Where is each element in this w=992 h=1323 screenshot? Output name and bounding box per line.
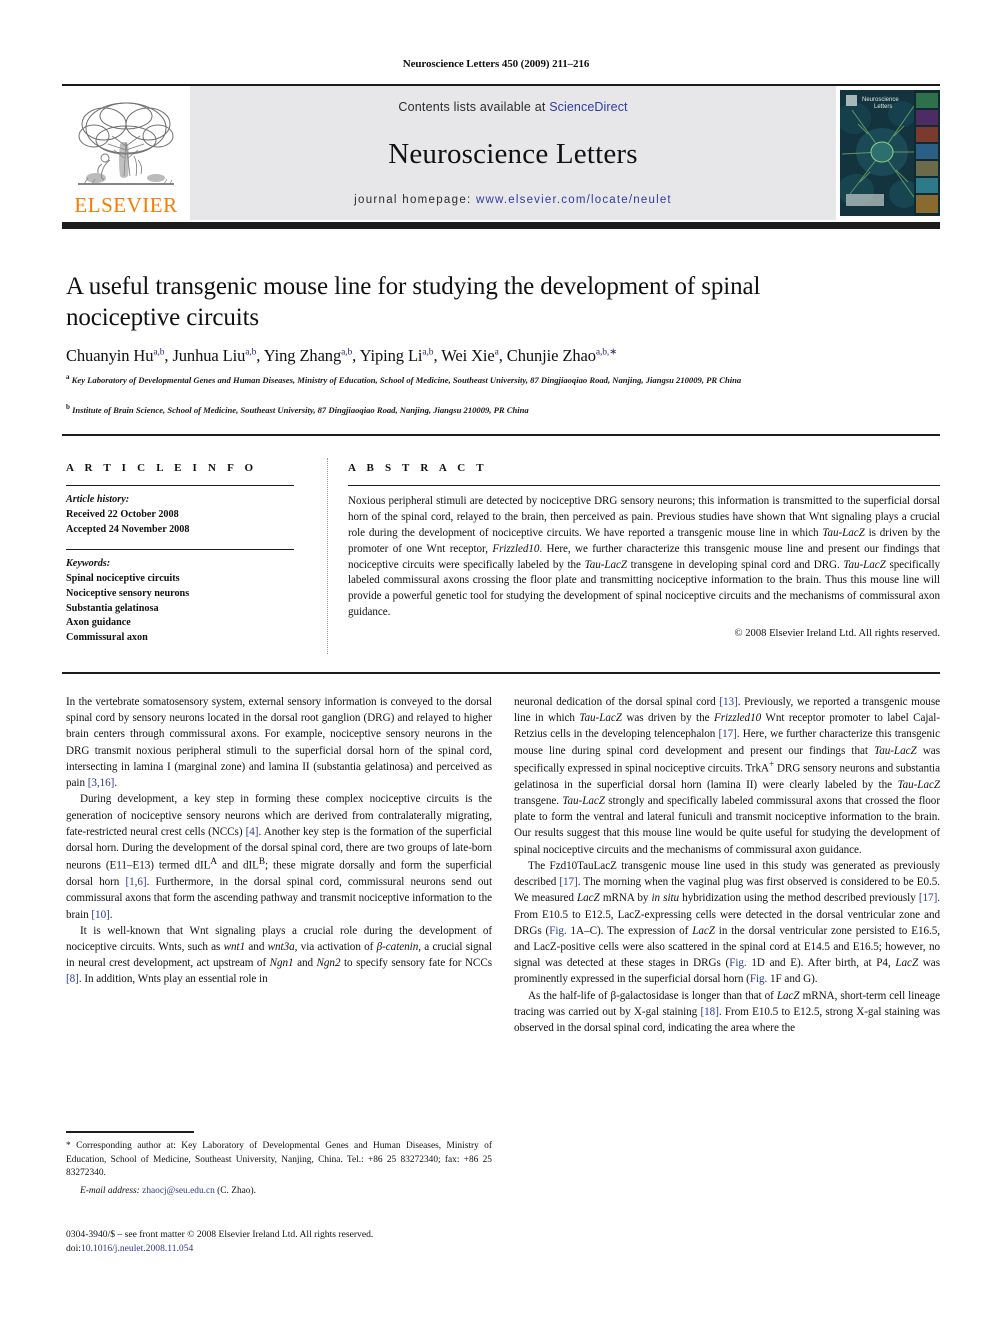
email-suffix: (C. Zhao).	[217, 1186, 256, 1196]
masthead-bottom-rule	[62, 222, 940, 229]
email-label: E-mail address:	[80, 1186, 140, 1196]
keyword-item: Commissural axon	[66, 632, 148, 644]
affiliation-b: b Institute of Brain Science, School of …	[66, 403, 529, 415]
article-info-heading: A R T I C L E I N F O	[66, 462, 258, 474]
elsevier-wordmark: ELSEVIER	[74, 193, 178, 217]
body-paragraph: During development, a key step in formin…	[66, 793, 492, 921]
body-paragraph: neuronal dedication of the dorsal spinal…	[514, 696, 941, 856]
info-abstract-separator	[327, 458, 328, 654]
article-info-column: A R T I C L E I N F O Article history: R…	[66, 462, 298, 646]
affiliation-b-text: Institute of Brain Science, School of Me…	[72, 404, 529, 415]
journal-masthead: ELSEVIER Contents lists available at Sci…	[62, 84, 940, 222]
journal-band: Contents lists available at ScienceDirec…	[190, 86, 836, 220]
journal-homepage-line: journal homepage: www.elsevier.com/locat…	[354, 194, 672, 206]
article-received-date: Received 22 October 2008	[66, 508, 179, 520]
keyword-item: Substantia gelatinosa	[66, 602, 159, 614]
body-column-left: In the vertebrate somatosensory system, …	[66, 694, 492, 988]
body-paragraph: The Fzd10TauLacZ transgenic mouse line u…	[514, 859, 940, 986]
body-paragraph: It is well-known that Wnt signaling play…	[66, 924, 493, 986]
sciencedirect-link[interactable]: ScienceDirect	[549, 100, 627, 114]
page-title: A useful transgenic mouse line for study…	[66, 273, 761, 331]
contents-prefix-text: Contents lists available at	[398, 100, 550, 114]
doi-line: doi:10.1016/j.neulet.2008.11.054	[66, 1242, 566, 1256]
abstract-copyright: © 2008 Elsevier Ireland Ltd. All rights …	[734, 628, 940, 640]
elsevier-tree-icon	[78, 102, 174, 185]
keyword-item: Nociceptive sensory neurons	[66, 587, 190, 599]
article-accepted-date: Accepted 24 November 2008	[66, 523, 190, 535]
contents-lists-line: Contents lists available at ScienceDirec…	[398, 100, 627, 114]
svg-text:Letters: Letters	[874, 104, 892, 110]
abstract-rule	[348, 485, 940, 487]
doi-label: doi:	[66, 1243, 81, 1255]
body-column-right: neuronal dedication of the dorsal spinal…	[514, 694, 940, 1036]
issn-block: 0304-3940/$ – see front matter © 2008 El…	[66, 1228, 566, 1257]
body-paragraph: In the vertebrate somatosensory system, …	[66, 696, 492, 790]
journal-cover-image: Neuroscience Letters	[840, 90, 940, 216]
article-info-rule-2	[66, 548, 294, 550]
keywords-label: Keywords:	[66, 557, 111, 569]
elsevier-logo-block: ELSEVIER	[62, 86, 190, 220]
abstract-box-bottom-rule	[62, 672, 940, 674]
body-paragraph: As the half-life of β-galactosidase is l…	[514, 989, 941, 1035]
email-note: E-mail address: zhaocj@seu.edu.cn (C. Zh…	[66, 1186, 492, 1196]
issn-line: 0304-3940/$ – see front matter © 2008 El…	[66, 1229, 374, 1240]
article-info-rule-1	[66, 485, 294, 487]
abstract-column: A B S T R A C T Noxious peripheral stimu…	[348, 462, 940, 639]
doi-link[interactable]: 10.1016/j.neulet.2008.11.054	[81, 1243, 193, 1254]
corresponding-author-note: * Corresponding author at: Key Laborator…	[66, 1141, 492, 1179]
running-head: Neuroscience Letters 450 (2009) 211–216	[402, 58, 590, 70]
homepage-prefix-text: journal homepage:	[354, 194, 477, 206]
footnote-rule	[66, 1131, 194, 1133]
journal-title: Neuroscience Letters	[388, 137, 638, 170]
article-history-label: Article history:	[66, 494, 130, 506]
article-page: Neuroscience Letters 450 (2009) 211–216	[0, 0, 992, 1323]
keyword-item: Spinal nociceptive circuits	[66, 572, 180, 584]
email-link[interactable]: zhaocj@seu.edu.cn	[142, 1186, 215, 1196]
abstract-heading: A B S T R A C T	[348, 462, 488, 474]
journal-homepage-link[interactable]: www.elsevier.com/locate/neulet	[476, 194, 672, 206]
affiliation-a: a Key Laboratory of Developmental Genes …	[66, 373, 742, 385]
affiliation-a-text: Key Laboratory of Developmental Genes an…	[71, 374, 742, 385]
abstract-text: Noxious peripheral stimuli are detected …	[348, 495, 941, 619]
keyword-item: Axon guidance	[66, 617, 131, 629]
abstract-box-top-rule	[62, 434, 940, 436]
svg-text:Neuroscience: Neuroscience	[862, 97, 899, 103]
author-list: Chuanyin Hua,b, Junhua Liua,b, Ying Zhan…	[66, 346, 618, 365]
journal-cover-block: Neuroscience Letters	[836, 86, 940, 220]
